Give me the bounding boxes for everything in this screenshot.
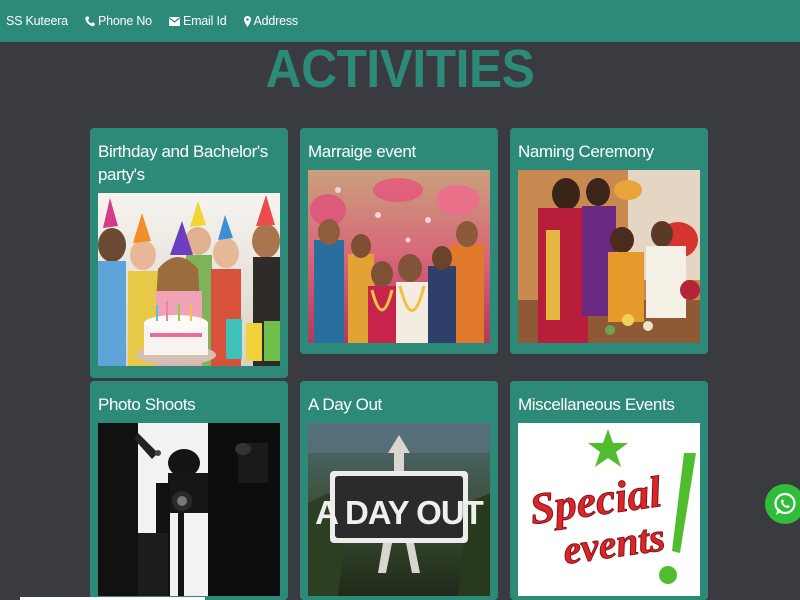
card-title: Photo Shoots <box>98 395 196 414</box>
brand-link[interactable]: SS Kuteera <box>6 14 68 28</box>
activity-card-naming-ceremony[interactable]: Naming Ceremony <box>510 128 708 354</box>
email-icon <box>168 16 180 26</box>
photo-shoot-photo <box>98 423 280 596</box>
email-link[interactable]: Email Id <box>168 14 227 28</box>
a-day-out-text: A DAY OUT <box>315 494 483 531</box>
card-title: Birthday and Bachelor's party's <box>98 142 268 184</box>
whatsapp-button[interactable] <box>765 484 800 524</box>
card-title: Miscellaneous Events <box>518 395 675 414</box>
special-events-graphic: Special events <box>518 423 700 596</box>
address-link[interactable]: Address <box>243 14 299 28</box>
phone-icon <box>85 16 95 26</box>
card-title: Naming Ceremony <box>518 142 654 161</box>
wedding-event-photo <box>308 170 490 343</box>
activity-card-marriage[interactable]: Marraige event <box>300 128 498 354</box>
activity-card-a-day-out[interactable]: A Day Out A DAY OUT <box>300 381 498 600</box>
top-navbar: SS Kuteera Phone No Email Id Address <box>0 0 800 42</box>
a-day-out-graphic: A DAY OUT <box>308 423 490 596</box>
phone-link[interactable]: Phone No <box>85 14 152 28</box>
card-title: A Day Out <box>308 395 382 414</box>
phone-label: Phone No <box>97 14 152 28</box>
activity-card-birthday[interactable]: Birthday and Bachelor's party's <box>90 128 288 378</box>
email-label: Email Id <box>182 14 227 28</box>
page-title: ACTIVITIES <box>265 39 535 99</box>
card-title: Marraige event <box>308 142 416 161</box>
birthday-party-photo <box>98 193 280 366</box>
activity-card-miscellaneous[interactable]: Miscellaneous Events Special events <box>510 381 708 600</box>
brand-label: SS Kuteera <box>6 14 68 28</box>
whatsapp-icon <box>774 492 796 515</box>
activity-card-photo-shoots[interactable]: Photo Shoots <box>90 381 288 600</box>
naming-ceremony-photo <box>518 170 700 343</box>
address-label: Address <box>253 14 299 28</box>
map-marker-icon <box>243 15 251 27</box>
